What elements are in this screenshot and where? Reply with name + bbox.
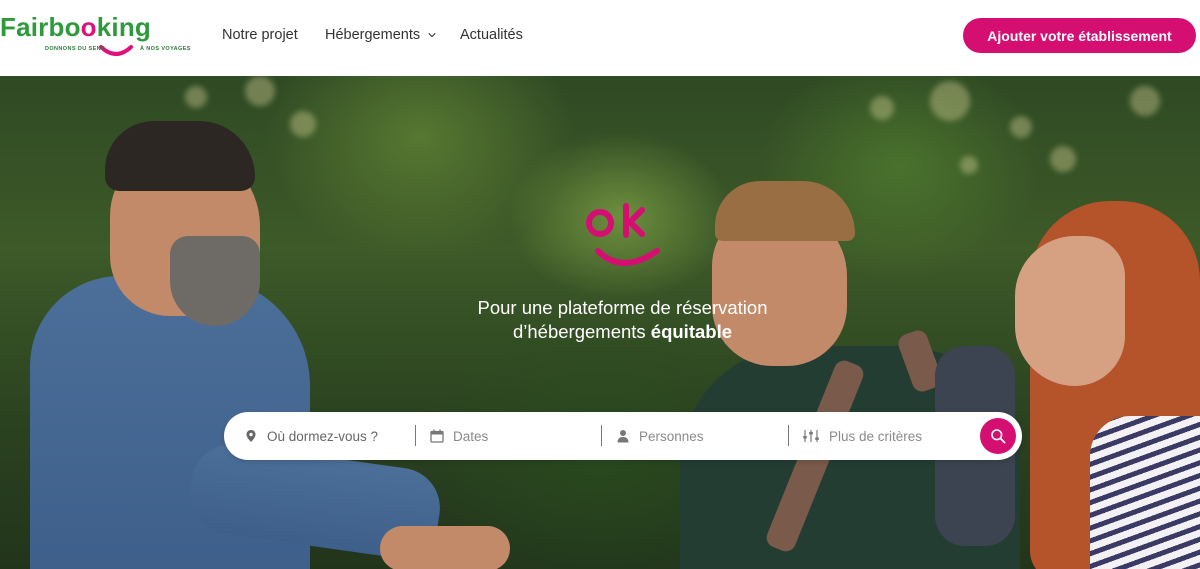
more-criteria-field[interactable]: Plus de critères: [802, 412, 922, 460]
fairbooking-logo[interactable]: Fairbooking DONNONS DU SENS À NOS VOYAGE…: [0, 12, 190, 60]
destination-field[interactable]: Où dormez-vous ?: [244, 412, 378, 460]
dates-field[interactable]: Dates: [430, 412, 488, 460]
bokeh-light: [185, 86, 207, 108]
search-submit-button[interactable]: [980, 418, 1016, 454]
search-icon: [991, 429, 1006, 444]
bokeh-light: [960, 156, 978, 174]
ok-smile-icon: [586, 203, 660, 266]
nav-item-notre-projet[interactable]: Notre projet: [222, 27, 298, 43]
bokeh-light: [290, 111, 316, 137]
person-icon: [617, 430, 629, 443]
divider: [601, 425, 602, 446]
bokeh-light: [1050, 146, 1076, 172]
hero-banner: Pour une plateforme de réservation d’héb…: [0, 76, 1200, 569]
logo-wordmark: Fairbooking: [0, 12, 151, 42]
bokeh-light: [930, 81, 970, 121]
chevron-down-icon: [428, 33, 436, 38]
bokeh-light: [1130, 86, 1160, 116]
divider: [415, 425, 416, 446]
hero-tagline: Pour une plateforme de réservation d’héb…: [477, 297, 768, 342]
bokeh-light: [245, 76, 275, 106]
sliders-icon: [803, 430, 819, 442]
bokeh-light: [870, 96, 894, 120]
site-header: Fairbooking DONNONS DU SENS À NOS VOYAGE…: [0, 0, 1200, 76]
add-establishment-button[interactable]: Ajouter votre établissement: [963, 18, 1196, 53]
bokeh-light: [1010, 116, 1032, 138]
search-bar: Où dormez-vous ? Dates Personnes Plus de…: [224, 412, 1022, 460]
map-pin-icon: [246, 430, 256, 442]
persons-field[interactable]: Personnes: [616, 412, 704, 460]
divider: [788, 425, 789, 446]
nav-item-hebergements[interactable]: Hébergements: [325, 27, 436, 43]
nav-item-actualites[interactable]: Actualités: [460, 27, 523, 43]
calendar-icon: [430, 429, 444, 443]
